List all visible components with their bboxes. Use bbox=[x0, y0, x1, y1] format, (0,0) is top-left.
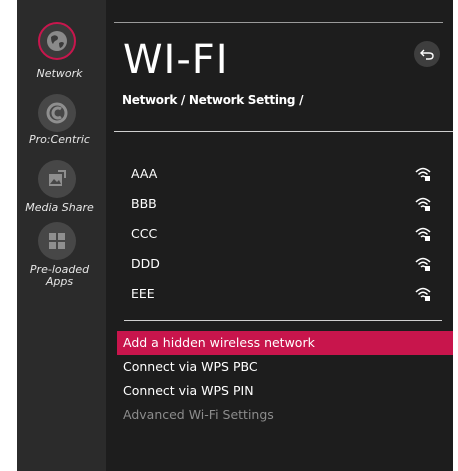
advanced-wifi-settings-button[interactable]: Advanced Wi-Fi Settings bbox=[117, 403, 453, 427]
sidebar-item-procentric[interactable]: Pro:Centric bbox=[17, 94, 106, 154]
sidebar-item-media-share[interactable]: Media Share bbox=[17, 160, 106, 220]
network-ssid: EEE bbox=[131, 286, 155, 301]
wifi-lock-icon bbox=[415, 287, 431, 301]
network-list: AAA BBB CCC DDD EEE bbox=[131, 164, 431, 314]
sidebar-item-label: Pre-loaded Apps bbox=[29, 263, 90, 288]
network-ssid: CCC bbox=[131, 226, 158, 241]
sidebar-item-preloaded-apps[interactable]: Pre-loaded Apps bbox=[17, 222, 106, 292]
main-panel: WI-FI Network / Network Setting / AAA BB… bbox=[114, 0, 453, 471]
top-divider bbox=[114, 22, 443, 23]
back-arrow-icon bbox=[420, 49, 434, 60]
header-divider bbox=[114, 131, 453, 132]
apps-grid-icon bbox=[38, 222, 76, 260]
network-item-ccc[interactable]: CCC bbox=[131, 224, 431, 254]
network-ssid: DDD bbox=[131, 256, 160, 271]
network-item-bbb[interactable]: BBB bbox=[131, 194, 431, 224]
sidebar-item-label: Network bbox=[36, 67, 83, 80]
network-item-eee[interactable]: EEE bbox=[131, 284, 431, 314]
connect-wps-pin-button[interactable]: Connect via WPS PIN bbox=[117, 379, 453, 403]
globe-icon bbox=[38, 22, 76, 60]
wifi-lock-icon bbox=[415, 227, 431, 241]
sidebar-item-label: Media Share bbox=[25, 201, 94, 214]
network-ssid: AAA bbox=[131, 166, 158, 181]
media-share-icon bbox=[38, 160, 76, 198]
wifi-lock-icon bbox=[415, 197, 431, 211]
connect-wps-pbc-button[interactable]: Connect via WPS PBC bbox=[117, 355, 453, 379]
tv-screen: Network Pro:Centric Media Share Pre-load… bbox=[17, 0, 453, 471]
network-action-menu: Add a hidden wireless network Connect vi… bbox=[117, 331, 453, 427]
breadcrumb: Network / Network Setting / bbox=[122, 93, 304, 107]
network-item-ddd[interactable]: DDD bbox=[131, 254, 431, 284]
procentric-icon bbox=[38, 94, 76, 132]
wifi-lock-icon bbox=[415, 167, 431, 181]
back-button[interactable] bbox=[414, 41, 440, 67]
sidebar-item-network[interactable]: Network bbox=[17, 22, 106, 82]
sidebar: Network Pro:Centric Media Share Pre-load… bbox=[17, 0, 106, 471]
add-hidden-network-button[interactable]: Add a hidden wireless network bbox=[117, 331, 453, 355]
sidebar-item-label: Pro:Centric bbox=[29, 133, 90, 146]
page-title: WI-FI bbox=[123, 37, 229, 83]
wifi-lock-icon bbox=[415, 257, 431, 271]
network-ssid: BBB bbox=[131, 196, 157, 211]
network-item-aaa[interactable]: AAA bbox=[131, 164, 431, 194]
list-divider bbox=[124, 320, 442, 321]
